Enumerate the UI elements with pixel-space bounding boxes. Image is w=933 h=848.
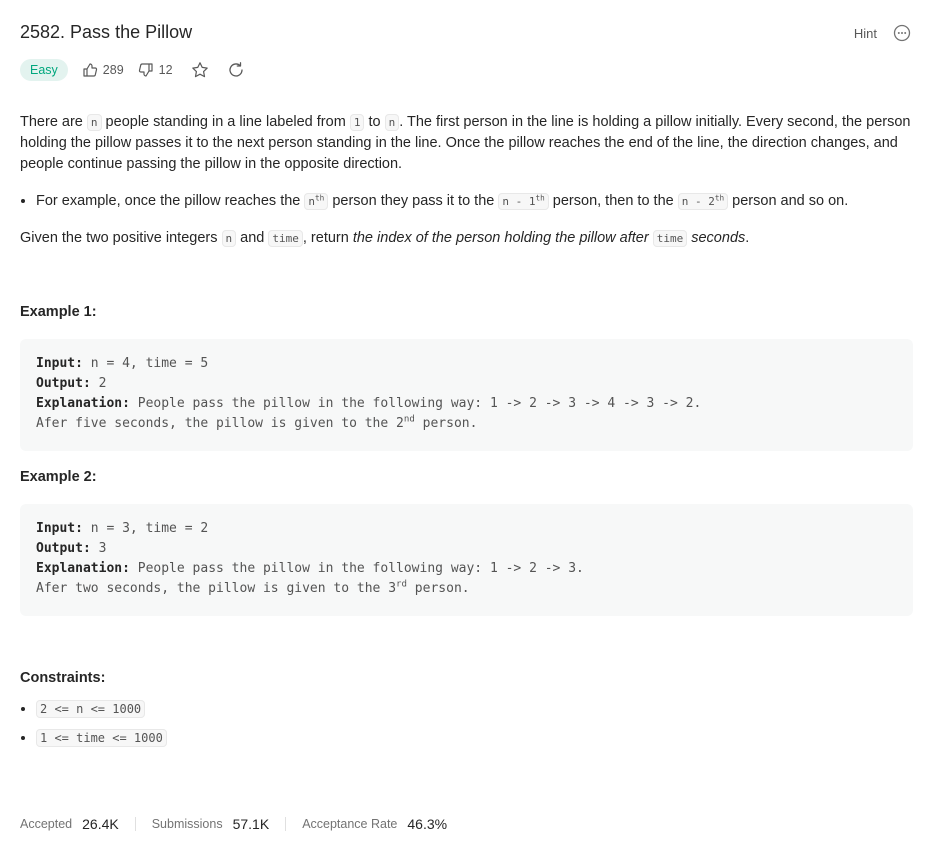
inline-code: n — [221, 230, 237, 247]
text: person. — [406, 581, 470, 596]
inline-code: nth — [304, 193, 329, 210]
list-item: For example, once the pillow reaches the… — [36, 191, 913, 212]
acceptance-rate-value: 46.3% — [407, 816, 448, 832]
inline-code: time — [268, 230, 303, 247]
header-actions: Hint — [854, 24, 911, 42]
example-input-line: Input: n = 4, time = 5 — [36, 354, 897, 374]
text: Afer two seconds, the pillow is given to… — [36, 581, 397, 596]
explanation-value: People pass the pillow in the following … — [129, 561, 584, 576]
text: people standing in a line labeled from — [101, 114, 350, 130]
star-icon[interactable] — [191, 61, 209, 79]
list-item: 1 <= time <= 1000 — [36, 729, 167, 747]
dislike-button[interactable]: 12 — [138, 62, 173, 78]
text: person, then to the — [548, 193, 678, 209]
constraints-title: Constraints: — [20, 670, 106, 686]
problem-page: 2582. Pass the Pillow Hint Easy 289 12 T… — [0, 0, 933, 848]
divider — [285, 817, 287, 831]
superscript: nd — [403, 414, 415, 425]
explanation-value: People pass the pillow in the following … — [129, 396, 702, 411]
superscript: th — [714, 193, 725, 203]
text: person they pass it to the — [328, 193, 499, 209]
explanation-label: Explanation: — [36, 396, 130, 411]
example-explanation-line-2: Afer five seconds, the pillow is given t… — [36, 414, 897, 434]
constraint-code: 2 <= n <= 1000 — [36, 700, 146, 718]
text: to — [364, 114, 385, 130]
text: , return — [302, 230, 353, 246]
input-value: n = 3, time = 2 — [82, 521, 209, 536]
refresh-icon[interactable] — [227, 61, 245, 79]
inline-code: n - 2th — [677, 193, 729, 210]
text: person. — [414, 416, 478, 431]
example-2-block: Input: n = 3, time = 2 Output: 3 Explana… — [20, 504, 913, 616]
accepted-value: 26.4K — [82, 816, 119, 832]
input-value: n = 4, time = 5 — [82, 356, 209, 371]
acceptance-rate-label: Acceptance Rate — [302, 817, 398, 831]
like-button[interactable]: 289 — [82, 62, 124, 78]
submissions-value: 57.1K — [232, 816, 270, 832]
like-count: 289 — [102, 63, 124, 77]
text: . — [745, 230, 750, 246]
example-input-line: Input: n = 3, time = 2 — [36, 519, 897, 539]
input-label: Input: — [36, 356, 83, 371]
description-paragraph-2: Given the two positive integers n and ti… — [20, 228, 913, 249]
text: There are — [20, 114, 87, 130]
inline-code: n - 1th — [498, 193, 549, 210]
example-2-title: Example 2: — [20, 469, 97, 485]
example-explanation-line: Explanation: People pass the pillow in t… — [36, 394, 897, 414]
output-label: Output: — [36, 376, 91, 391]
example-explanation-line-2: Afer two seconds, the pillow is given to… — [36, 579, 897, 599]
inline-code: n — [384, 114, 400, 131]
thumbs-down-icon — [138, 62, 154, 78]
text: Afer five seconds, the pillow is given t… — [36, 416, 404, 431]
example-output-line: Output: 3 — [36, 539, 897, 559]
emphasis-text: seconds — [687, 230, 746, 246]
code-text: n - 1 — [502, 195, 536, 208]
input-label: Input: — [36, 521, 83, 536]
inline-code: 1 — [349, 114, 365, 131]
example-1-block: Input: n = 4, time = 5 Output: 2 Explana… — [20, 339, 913, 451]
constraints-list: 2 <= n <= 1000 1 <= time <= 1000 — [20, 700, 167, 758]
emphasis-text: the index of the person holding the pill… — [352, 230, 653, 246]
inline-code: time — [652, 230, 688, 247]
divider — [134, 817, 136, 831]
list-item: 2 <= n <= 1000 — [36, 700, 167, 718]
stats-footer: Accepted 26.4K Submissions 57.1K Accepta… — [20, 816, 447, 832]
text: person and so on. — [728, 193, 849, 209]
output-value: 3 — [90, 541, 107, 556]
dislike-count: 12 — [158, 63, 173, 77]
submissions-label: Submissions — [151, 817, 223, 831]
constraint-code: 1 <= time <= 1000 — [36, 729, 167, 747]
hint-button[interactable]: Hint — [854, 26, 877, 41]
more-horizontal-icon[interactable] — [893, 24, 911, 42]
superscript: th — [315, 193, 325, 203]
description-paragraph-1: There are n people standing in a line la… — [20, 112, 913, 175]
problem-title: 2582. Pass the Pillow — [20, 22, 193, 42]
text: Given the two positive integers — [20, 230, 222, 246]
output-label: Output: — [36, 541, 91, 556]
text: and — [236, 230, 269, 246]
inline-code: n — [86, 114, 102, 131]
explanation-label: Explanation: — [36, 561, 130, 576]
accepted-label: Accepted — [20, 817, 73, 831]
code-text: n - 2 — [681, 195, 715, 208]
problem-description: There are n people standing in a line la… — [20, 112, 913, 265]
example-output-line: Output: 2 — [36, 374, 897, 394]
problem-meta-row: Easy 289 12 — [20, 59, 245, 81]
superscript: rd — [396, 579, 407, 590]
output-value: 2 — [90, 376, 107, 391]
example-1-title: Example 1: — [20, 304, 97, 320]
text: For example, once the pillow reaches the — [36, 193, 305, 209]
example-explanation-line: Explanation: People pass the pillow in t… — [36, 559, 897, 579]
difficulty-badge: Easy — [20, 59, 68, 81]
thumbs-up-icon — [82, 62, 98, 78]
superscript: th — [535, 193, 545, 203]
description-bullets: For example, once the pillow reaches the… — [20, 191, 913, 212]
